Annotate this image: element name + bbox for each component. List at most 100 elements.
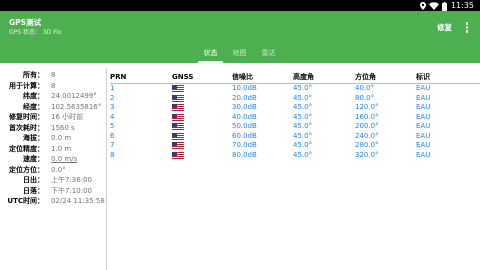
prn-cell: 5 [110, 122, 115, 130]
flags-cell: EAU [416, 84, 431, 92]
table-row: 8 80.0dB 45.0° 320.0° EAU [110, 151, 480, 161]
table-row: 2 20.0dB 45.0° 80.0° EAU [110, 94, 480, 104]
header-gnss: GNSS [172, 73, 194, 81]
status-value: 0.0° [51, 165, 66, 174]
header-elevation: 高度角 [293, 73, 314, 81]
us-flag-icon [172, 142, 184, 149]
wifi-icon [428, 2, 439, 10]
snr-cell: 40.0dB [232, 112, 257, 121]
prn-cell: 4 [110, 112, 115, 121]
azimuth-cell: 80.0° [355, 93, 375, 102]
azimuth-cell: 320.0° [355, 150, 379, 159]
battery-icon [441, 1, 447, 11]
status-label: 日出： [23, 176, 44, 184]
location-icon [419, 2, 426, 10]
us-flag-icon [172, 94, 184, 102]
prn-cell: 8 [110, 150, 115, 159]
status-label: 速度： [23, 155, 44, 163]
status-value: 1.0 m [51, 144, 72, 153]
elevation-cell: 45.0° [293, 93, 313, 102]
tab-bar: 状态 地图 雷达 [196, 43, 283, 63]
flags-cell: EAU [416, 103, 431, 111]
us-flag-icon [172, 113, 184, 121]
snr-cell: 60.0dB [232, 131, 257, 140]
system-status-bar: 11:35 [0, 0, 480, 11]
status-row-latitude: 纬度： 24.0012499° [0, 91, 106, 102]
prn-cell: 1 [110, 84, 115, 92]
repair-button[interactable]: 修复 [437, 22, 452, 34]
gps-status-subtitle: GPS 状态： 3D Fix [9, 29, 62, 36]
snr-cell: 20.0dB [232, 93, 257, 102]
table-row: 3 30.0dB 45.0° 120.0° EAU [110, 103, 480, 113]
status-label: 经度： [23, 102, 44, 111]
azimuth-cell: 240.0° [355, 131, 379, 140]
snr-cell: 70.0dB [232, 141, 257, 149]
status-label: 纬度： [23, 92, 44, 100]
status-row-utc: UTC时间： 02/24 11:35:58 [0, 196, 106, 207]
prn-cell: 6 [110, 131, 115, 140]
status-label: 定位精度： [9, 144, 44, 153]
gnss-cell [172, 141, 184, 149]
status-label: 所有： [23, 71, 44, 79]
flags-cell: EAU [416, 112, 431, 121]
status-row-accuracy: 定位精度： 1.0 m [0, 144, 106, 155]
status-icons: 11:35 [419, 1, 474, 11]
gnss-cell [172, 94, 184, 102]
status-label: 日落： [23, 186, 44, 195]
table-row: 7 70.0dB 45.0° 280.0° EAU [110, 141, 480, 151]
azimuth-cell: 280.0° [355, 141, 379, 149]
status-panel: 所有： 8 用于计算： 8 纬度： 24.0012499° 经度： 102.563581… [0, 70, 106, 207]
elevation-cell: 45.0° [293, 141, 313, 149]
status-row-sunrise: 日出： 上午7:36:00 [0, 175, 106, 186]
status-row-sunset: 日落： 下午7:10:00 [0, 186, 106, 197]
azimuth-cell: 160.0° [355, 112, 379, 121]
table-row: 4 40.0dB 45.0° 160.0° EAU [110, 113, 480, 123]
header-snr: 信噪比 [232, 73, 253, 81]
snr-cell: 10.0dB [232, 84, 257, 92]
prn-cell: 2 [110, 93, 115, 102]
status-row-longitude: 经度： 102.5635816° [0, 102, 106, 113]
header-prn: PRN [110, 73, 127, 81]
table-body: 1 10.0dB 45.0° 40.0° EAU 2 20.0dB 45.0° 80.0° EAU… [110, 84, 480, 160]
status-label: 修复时间： [9, 113, 44, 121]
us-flag-icon [172, 104, 184, 111]
elevation-cell: 45.0° [293, 131, 313, 140]
tab-status[interactable]: 状态 [196, 43, 225, 63]
status-value: 8 [51, 71, 56, 79]
elevation-cell: 45.0° [293, 103, 313, 111]
elevation-cell: 45.0° [293, 122, 313, 130]
elevation-cell: 45.0° [293, 84, 313, 92]
tab-map[interactable]: 地图 [225, 43, 254, 63]
azimuth-cell: 120.0° [355, 103, 379, 111]
snr-cell: 50.0dB [232, 122, 257, 130]
us-flag-icon [172, 132, 184, 140]
status-row-used: 用于计算： 8 [0, 81, 106, 92]
flags-cell: EAU [416, 141, 431, 149]
gnss-cell [172, 113, 184, 121]
tab-radar[interactable]: 雷达 [254, 43, 283, 63]
more-vert-icon[interactable] [464, 22, 470, 35]
elevation-cell: 45.0° [293, 150, 313, 159]
table-row: 1 10.0dB 45.0° 40.0° EAU [110, 84, 480, 94]
status-row-speed: 速度： 0.0 m/s [0, 154, 106, 165]
status-row-altitude: 海拔： 0.0 m [0, 133, 106, 144]
us-flag-icon [172, 151, 184, 159]
app-title: GPS测试 [9, 18, 42, 27]
header-flags: 标识 [416, 73, 430, 81]
status-value: 0.0 m [51, 134, 72, 142]
flags-cell: EAU [416, 122, 431, 130]
gnss-cell [172, 132, 184, 140]
status-value: 24.0012499° [51, 92, 97, 100]
status-value: 102.5635816° [51, 102, 102, 111]
table-header: PRN GNSS 信噪比 高度角 方位角 标识 [110, 71, 480, 84]
snr-cell: 30.0dB [232, 103, 257, 111]
us-flag-icon [172, 85, 184, 92]
prn-cell: 3 [110, 103, 115, 111]
clock: 11:35 [450, 1, 474, 10]
status-label: 海拔： [23, 134, 44, 142]
status-row-ttff: 首次耗时： 1560 s [0, 123, 106, 134]
status-label: 首次耗时： [9, 123, 44, 132]
prn-cell: 7 [110, 141, 115, 149]
status-row-total: 所有： 8 [0, 70, 106, 81]
status-value: 8 [51, 81, 56, 90]
